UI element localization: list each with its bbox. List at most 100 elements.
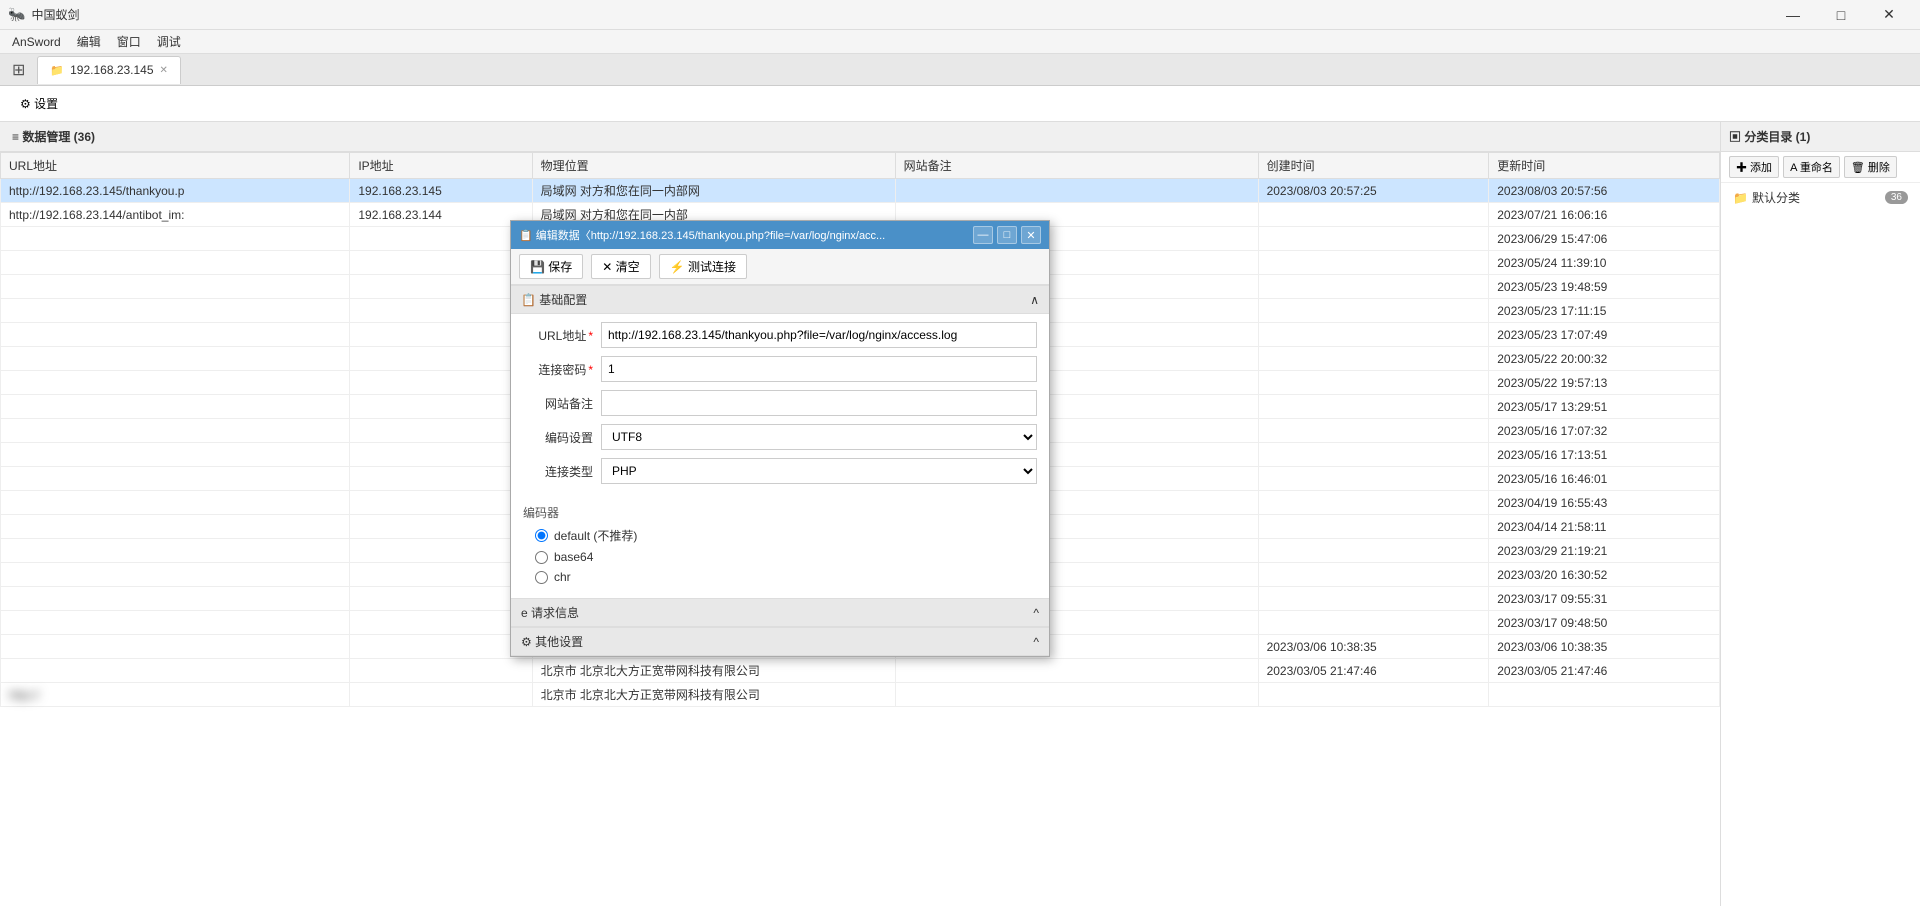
col-url[interactable]: URL地址 [1, 153, 350, 179]
password-input[interactable] [601, 356, 1037, 382]
cell-url [1, 299, 350, 323]
basic-config-label: 📋 基础配置 [521, 291, 587, 308]
col-ip[interactable]: IP地址 [350, 153, 532, 179]
cell-ip [350, 275, 532, 299]
basic-config-section-header[interactable]: 📋 基础配置 ∧ [511, 285, 1049, 314]
cell-ip [350, 347, 532, 371]
cell-ip [350, 515, 532, 539]
modal-save-button[interactable]: 💾 保存 [519, 254, 583, 279]
cell-ip: 192.168.23.145 [350, 179, 532, 203]
note-input[interactable] [601, 390, 1037, 416]
cell-url: http://192.168.23.144/antibot_im: [1, 203, 350, 227]
cell-url [1, 659, 350, 683]
note-label: 网站备注 [523, 395, 593, 412]
add-category-button[interactable]: ✚ 添加 [1729, 156, 1779, 178]
rename-category-button[interactable]: A 重命名 [1783, 156, 1840, 178]
cell-created [1258, 371, 1489, 395]
cell-location: 北京市 北京北大方正宽带网科技有限公司 [532, 659, 895, 683]
cell-ip [350, 251, 532, 275]
settings-button[interactable]: ⚙ 设置 [12, 91, 66, 116]
cell-url [1, 539, 350, 563]
cell-updated: 2023/05/22 20:00:32 [1489, 347, 1720, 371]
cell-url [1, 587, 350, 611]
cell-note [895, 179, 1258, 203]
cell-url: http://192.168.23.145/thankyou.p [1, 179, 350, 203]
cell-created: 2023/03/05 21:47:46 [1258, 659, 1489, 683]
cell-updated: 2023/06/29 15:47:06 [1489, 227, 1720, 251]
menu-edit[interactable]: 编辑 [69, 31, 109, 52]
toolbar-area: ⚙ 设置 [0, 86, 1920, 122]
cell-updated: 2023/03/06 10:38:35 [1489, 635, 1720, 659]
cell-created [1258, 587, 1489, 611]
modal-test-button[interactable]: ⚡ 测试连接 [659, 254, 747, 279]
cell-updated: 2023/03/17 09:55:31 [1489, 587, 1720, 611]
cell-updated: 2023/08/03 20:57:56 [1489, 179, 1720, 203]
col-updated[interactable]: 更新时间 [1489, 153, 1720, 179]
col-note[interactable]: 网站备注 [895, 153, 1258, 179]
cell-updated: 2023/04/14 21:58:11 [1489, 515, 1720, 539]
category-label: 默认分类 [1752, 189, 1800, 206]
cell-updated: 2023/05/23 17:07:49 [1489, 323, 1720, 347]
tab-close-icon[interactable]: ✕ [160, 65, 168, 76]
title-bar: 🐜 中国蚁剑 — □ ✕ [0, 0, 1920, 30]
cell-ip [350, 635, 532, 659]
cell-url [1, 491, 350, 515]
cell-updated: 2023/03/29 21:19:21 [1489, 539, 1720, 563]
cell-created [1258, 323, 1489, 347]
close-button[interactable]: ✕ [1866, 0, 1912, 30]
modal-minimize-button[interactable]: — [973, 226, 993, 244]
cell-created [1258, 467, 1489, 491]
cell-created [1258, 611, 1489, 635]
encoder-default-label[interactable]: default (不推荐) [554, 527, 637, 544]
cell-location: 局域网 对方和您在同一内部网 [532, 179, 895, 203]
cell-created [1258, 203, 1489, 227]
menu-debug[interactable]: 调试 [149, 31, 189, 52]
cell-created [1258, 683, 1489, 707]
cell-updated: 2023/05/16 16:46:01 [1489, 467, 1720, 491]
cell-ip [350, 299, 532, 323]
maximize-button[interactable]: □ [1818, 0, 1864, 30]
cell-created [1258, 539, 1489, 563]
tab-192-168-23-145[interactable]: 📁 192.168.23.145 ✕ [37, 56, 181, 84]
cell-url [1, 323, 350, 347]
col-location[interactable]: 物理位置 [532, 153, 895, 179]
encoding-select[interactable]: UTF8 GBK UTF-16 [601, 424, 1037, 450]
cell-created [1258, 395, 1489, 419]
table-row[interactable]: http://192.168.23.145/thankyou.p192.168.… [1, 179, 1720, 203]
encoder-base64-radio[interactable] [535, 551, 548, 564]
encoder-base64-label[interactable]: base64 [554, 550, 593, 564]
modal-maximize-button[interactable]: □ [997, 226, 1017, 244]
category-header: ▣ 分类目录 (1) [1721, 122, 1920, 152]
url-label: URL地址* [523, 327, 593, 344]
conn-type-select[interactable]: PHP ASP ASPX JSP [601, 458, 1037, 484]
request-section-header[interactable]: e 请求信息 ^ [511, 598, 1049, 627]
encoder-chr-radio[interactable] [535, 571, 548, 584]
cell-url [1, 635, 350, 659]
tab-label: 192.168.23.145 [70, 63, 153, 77]
encoder-default-radio[interactable] [535, 529, 548, 542]
encoder-chr-label[interactable]: chr [554, 570, 571, 584]
basic-config-content: URL地址* 连接密码* 网站备注 编码设 [511, 314, 1049, 500]
cell-created [1258, 251, 1489, 275]
encoder-section: 编码器 default (不推荐) base64 chr [511, 500, 1049, 598]
category-item-default[interactable]: 📁 默认分类 36 [1721, 183, 1920, 212]
tab-folder-icon: 📁 [50, 64, 64, 77]
home-tab-icon[interactable]: ⊞ [4, 56, 33, 84]
col-created[interactable]: 创建时间 [1258, 153, 1489, 179]
cell-ip [350, 563, 532, 587]
url-input[interactable] [601, 322, 1037, 348]
cell-updated: 2023/05/23 19:48:59 [1489, 275, 1720, 299]
menu-antsword[interactable]: AnSword [4, 33, 69, 51]
menu-window[interactable]: 窗口 [109, 31, 149, 52]
modal-close-button[interactable]: ✕ [1021, 226, 1041, 244]
minimize-button[interactable]: — [1770, 0, 1816, 30]
cell-location: 北京市 北京北大方正宽带网科技有限公司 [532, 683, 895, 707]
cell-updated: 2023/04/19 16:55:43 [1489, 491, 1720, 515]
delete-category-button[interactable]: 🗑 删除 [1844, 156, 1897, 178]
cell-ip [350, 443, 532, 467]
table-row[interactable]: 北京市 北京北大方正宽带网科技有限公司2023/03/05 21:47:4620… [1, 659, 1720, 683]
cell-updated: 2023/03/17 09:48:50 [1489, 611, 1720, 635]
modal-clear-button[interactable]: ✕ 清空 [591, 254, 650, 279]
table-row[interactable]: http://北京市 北京北大方正宽带网科技有限公司 [1, 683, 1720, 707]
other-section-header[interactable]: ⚙ 其他设置 ^ [511, 627, 1049, 656]
